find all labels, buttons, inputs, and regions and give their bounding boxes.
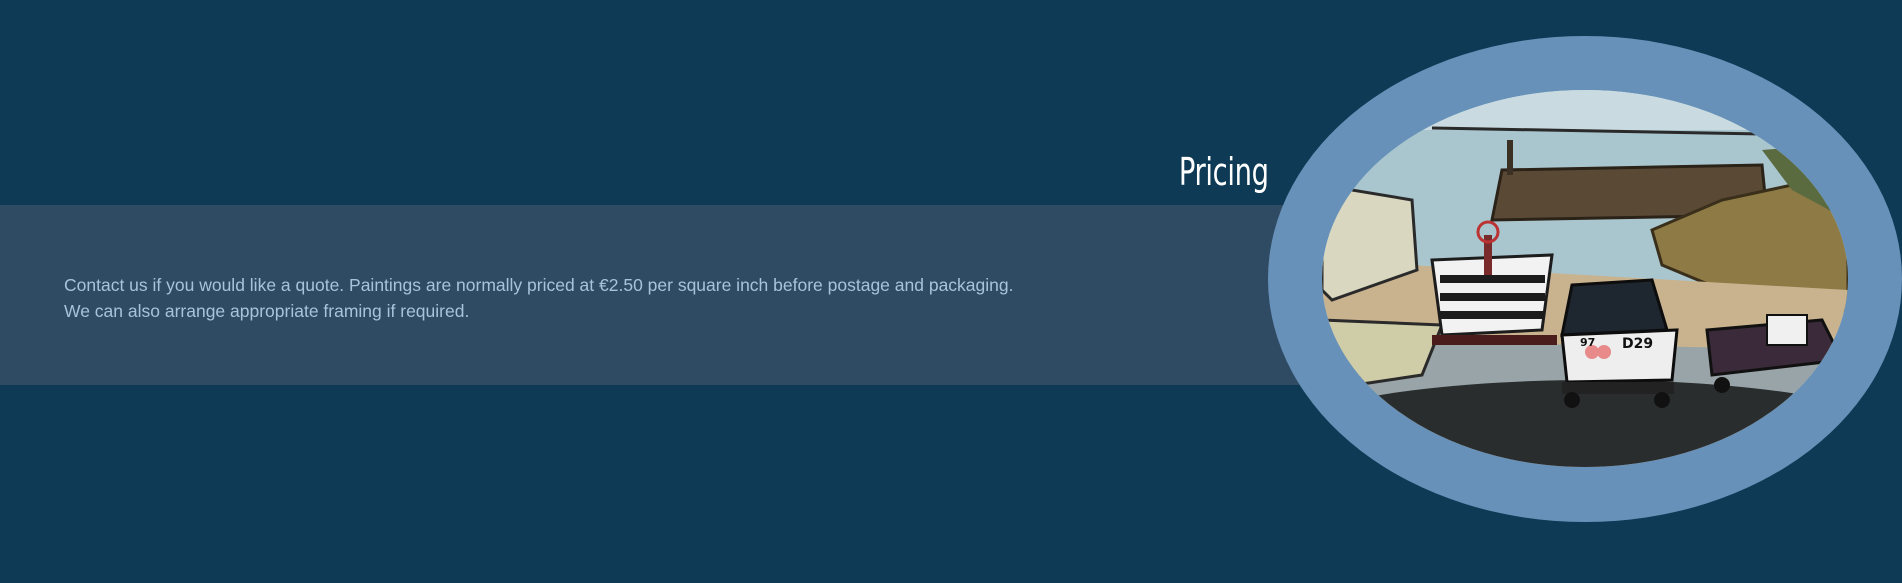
section-title: Pricing <box>1179 150 1269 194</box>
pricing-paragraph-framing: We can also arrange appropriate framing … <box>64 301 470 321</box>
painting-artwork: D29 97 <box>1322 90 1848 467</box>
pricing-description: Contact us if you would like a quote. Pa… <box>64 272 1064 324</box>
pricing-text-band: Contact us if you would like a quote. Pa… <box>0 205 1310 385</box>
pricing-paragraph-quote: Contact us if you would like a quote. Pa… <box>64 275 1014 295</box>
boat-registration-main: D29 <box>1622 336 1653 352</box>
harbour-boats-painting: D29 97 <box>1322 90 1848 467</box>
boat-registration-side: 97 <box>1580 336 1595 349</box>
